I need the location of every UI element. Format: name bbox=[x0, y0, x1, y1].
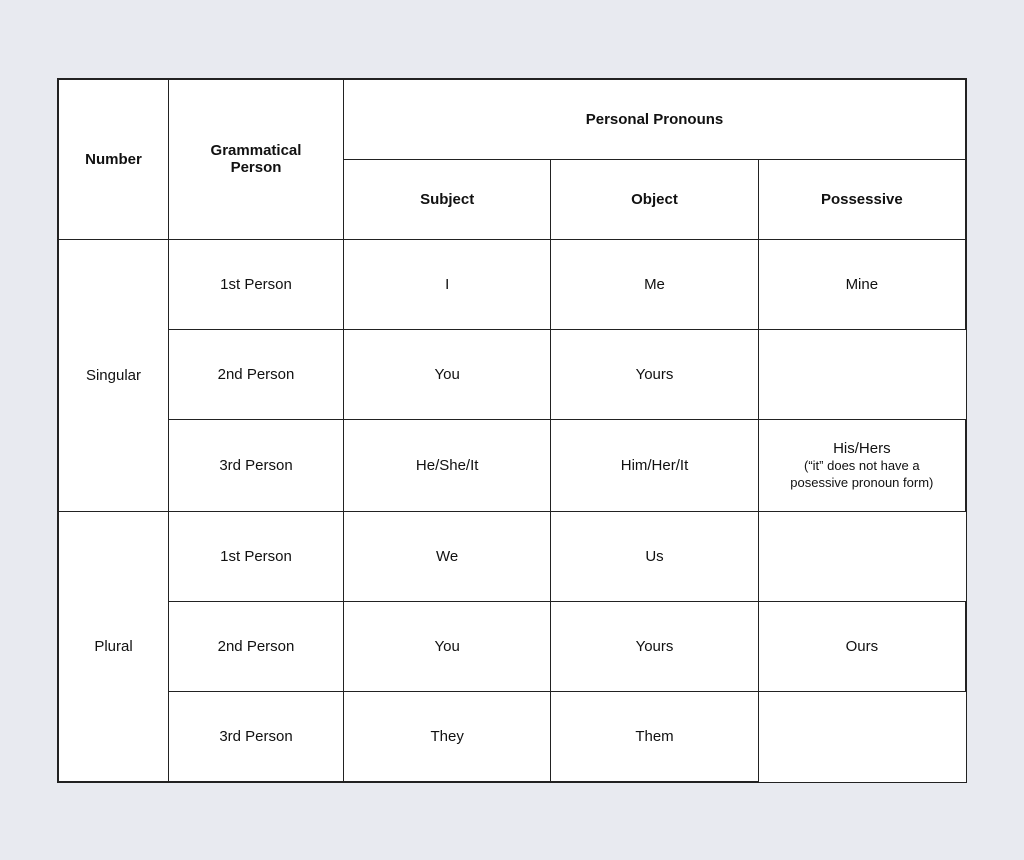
subject-cell: You bbox=[344, 329, 551, 419]
possessive-extra-cell: Ours bbox=[758, 601, 965, 691]
col-subject-header: Subject bbox=[344, 159, 551, 239]
col-pronouns-header: Personal Pronouns bbox=[344, 79, 966, 159]
table-row: 3rd PersonHe/She/ItHim/Her/ItHis/Hers(“i… bbox=[59, 419, 966, 511]
header-row-1: NumberGrammatical PersonPersonal Pronoun… bbox=[59, 79, 966, 159]
pronouns-table: NumberGrammatical PersonPersonal Pronoun… bbox=[57, 78, 967, 783]
object-cell: Them bbox=[551, 691, 758, 781]
subject-cell: He/She/It bbox=[344, 419, 551, 511]
gram-cell: 1st Person bbox=[169, 511, 344, 601]
col-gram-header: Grammatical Person bbox=[169, 79, 344, 239]
col-object-header: Object bbox=[551, 159, 758, 239]
gram-cell: 3rd Person bbox=[169, 691, 344, 781]
gram-cell: 1st Person bbox=[169, 239, 344, 329]
table-row: 2nd PersonYouYours bbox=[59, 329, 966, 419]
gram-cell: 2nd Person bbox=[169, 329, 344, 419]
possessive-extra-cell: Mine bbox=[758, 239, 965, 329]
object-cell: Me bbox=[551, 239, 758, 329]
subject-cell: We bbox=[344, 511, 551, 601]
col-possessive-header: Possessive bbox=[758, 159, 965, 239]
number-cell: Plural bbox=[59, 511, 169, 781]
gram-cell: 3rd Person bbox=[169, 419, 344, 511]
object-cell: Yours bbox=[551, 601, 758, 691]
table-row: Singular1st PersonIMeMine bbox=[59, 239, 966, 329]
subject-cell: You bbox=[344, 601, 551, 691]
col-number-header: Number bbox=[59, 79, 169, 239]
subject-cell: I bbox=[344, 239, 551, 329]
object-cell: Him/Her/It bbox=[551, 419, 758, 511]
gram-cell: 2nd Person bbox=[169, 601, 344, 691]
table-row: 3rd PersonTheyThem bbox=[59, 691, 966, 781]
table-row: Plural1st PersonWeUs bbox=[59, 511, 966, 601]
table-row: 2nd PersonYouYoursOurs bbox=[59, 601, 966, 691]
possessive-cell: His/Hers(“it” does not have a posessive … bbox=[758, 419, 965, 511]
object-cell: Yours bbox=[551, 329, 758, 419]
subject-cell: They bbox=[344, 691, 551, 781]
object-cell: Us bbox=[551, 511, 758, 601]
number-cell: Singular bbox=[59, 239, 169, 511]
